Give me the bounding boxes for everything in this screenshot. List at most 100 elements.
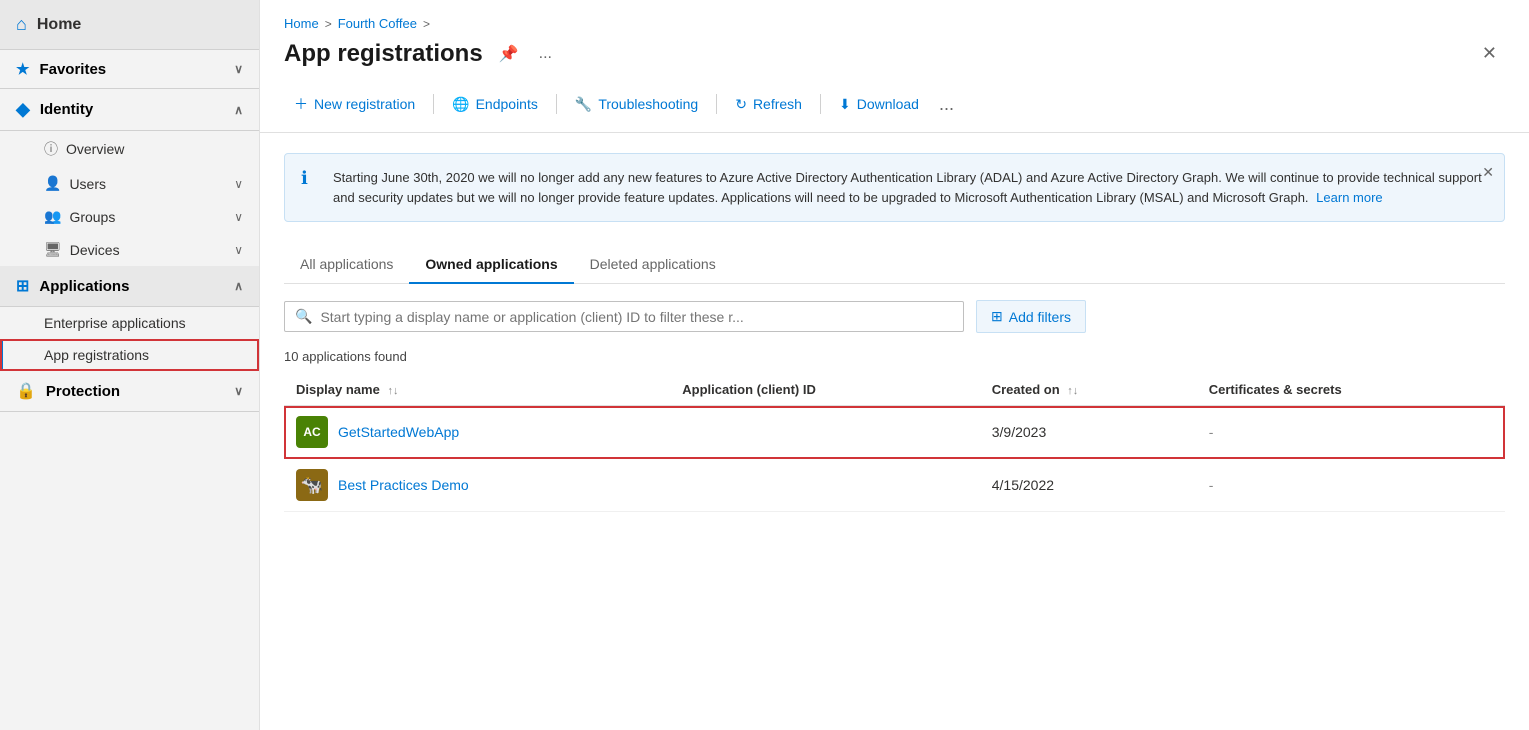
- download-button[interactable]: ⬇ Download: [829, 90, 929, 119]
- sidebar-applications[interactable]: ⊞ Applications ∧: [0, 266, 259, 307]
- close-button[interactable]: ✕: [1474, 39, 1505, 68]
- sidebar-enterprise-apps[interactable]: Enterprise applications: [0, 307, 259, 339]
- groups-label: Groups: [69, 209, 115, 225]
- breadcrumb: Home > Fourth Coffee >: [284, 16, 1505, 31]
- table-row: 🐄 Best Practices Demo 4/15/2022 -: [284, 459, 1505, 512]
- table-cell-app-id: [670, 459, 979, 512]
- info-banner: ℹ Starting June 30th, 2020 we will no lo…: [284, 153, 1505, 222]
- toolbar-divider-1: [433, 94, 434, 114]
- sidebar-devices[interactable]: 🖥 Devices ∨: [0, 233, 259, 266]
- breadcrumb-tenant[interactable]: Fourth Coffee: [338, 16, 417, 31]
- favorites-label: Favorites: [39, 61, 106, 78]
- breadcrumb-sep2: >: [423, 17, 430, 31]
- protection-chevron: ∨: [234, 384, 243, 398]
- table-cell-name: 🐄 Best Practices Demo: [284, 459, 670, 512]
- star-icon: ★: [16, 60, 29, 78]
- new-registration-label: New registration: [314, 96, 415, 112]
- sidebar-overview[interactable]: ⓘ Overview: [0, 131, 259, 167]
- sidebar-users[interactable]: 👤 Users ∨: [0, 167, 259, 200]
- banner-close-button[interactable]: ✕: [1482, 164, 1494, 181]
- app-registrations-label: App registrations: [44, 347, 149, 363]
- app-name-cell: 🐄 Best Practices Demo: [296, 469, 658, 501]
- page-header: Home > Fourth Coffee > App registrations…: [260, 0, 1529, 133]
- sidebar-app-registrations[interactable]: App registrations: [0, 339, 259, 371]
- groups-icon: 👥: [44, 208, 61, 225]
- identity-chevron: ∧: [234, 103, 243, 117]
- sort-created-on-icon[interactable]: ↑↓: [1067, 385, 1078, 397]
- devices-label: Devices: [70, 242, 120, 258]
- apps-count: 10 applications found: [284, 349, 1505, 364]
- add-filters-button[interactable]: ⊞ Add filters: [976, 300, 1086, 333]
- table-cell-created-on: 3/9/2023: [980, 406, 1197, 459]
- page-title: App registrations: [284, 40, 483, 68]
- wrench-icon: 🔧: [575, 96, 592, 113]
- sidebar-groups[interactable]: 👥 Groups ∨: [0, 200, 259, 233]
- apps-table: Display name ↑↓ Application (client) ID …: [284, 374, 1505, 512]
- info-icon: ℹ: [301, 168, 321, 189]
- table-cell-name: AC GetStartedWebApp: [284, 406, 670, 459]
- app-name-link[interactable]: Best Practices Demo: [338, 477, 469, 493]
- more-options-button[interactable]: ...: [535, 41, 556, 67]
- avatar: 🐄: [296, 469, 328, 501]
- table-cell-certs: -: [1197, 406, 1505, 459]
- users-label: Users: [69, 176, 106, 192]
- search-input-wrap: 🔍: [284, 301, 964, 332]
- toolbar-divider-2: [556, 94, 557, 114]
- refresh-icon: ↻: [735, 96, 747, 113]
- troubleshooting-button[interactable]: 🔧 Troubleshooting: [565, 90, 708, 119]
- table-body: AC GetStartedWebApp 3/9/2023 -: [284, 406, 1505, 512]
- avatar: AC: [296, 416, 328, 448]
- cow-icon: 🐄: [301, 475, 323, 496]
- applications-chevron: ∧: [234, 279, 243, 293]
- toolbar-divider-4: [820, 94, 821, 114]
- refresh-button[interactable]: ↻ Refresh: [725, 90, 812, 119]
- toolbar-more-button[interactable]: ...: [933, 90, 960, 119]
- filter-label: Add filters: [1009, 309, 1071, 325]
- download-label: Download: [857, 96, 919, 112]
- table-cell-app-id: [670, 406, 979, 459]
- favorites-chevron: ∨: [234, 62, 243, 76]
- enterprise-apps-label: Enterprise applications: [44, 315, 186, 331]
- col-created-on: Created on ↑↓: [980, 374, 1197, 406]
- toolbar-divider-3: [716, 94, 717, 114]
- new-registration-button[interactable]: ＋ New registration: [284, 88, 425, 120]
- devices-chevron: ∨: [234, 243, 243, 257]
- tab-owned-applications[interactable]: Owned applications: [409, 246, 573, 284]
- plus-icon: ＋: [294, 94, 308, 114]
- sidebar-home-label: Home: [37, 16, 81, 34]
- title-row: App registrations 📌 ... ✕: [284, 39, 1505, 68]
- banner-learn-more[interactable]: Learn more: [1316, 190, 1382, 205]
- col-app-id: Application (client) ID: [670, 374, 979, 406]
- users-chevron: ∨: [234, 177, 243, 191]
- table-row: AC GetStartedWebApp 3/9/2023 -: [284, 406, 1505, 459]
- table-cell-certs: -: [1197, 459, 1505, 512]
- search-input[interactable]: [320, 309, 953, 325]
- overview-icon: ⓘ: [44, 139, 58, 159]
- home-icon: ⌂: [16, 14, 27, 35]
- col-display-name: Display name ↑↓: [284, 374, 670, 406]
- sort-display-name-icon[interactable]: ↑↓: [387, 385, 398, 397]
- sidebar-protection[interactable]: 🔒 Protection ∨: [0, 371, 259, 412]
- pin-button[interactable]: 📌: [495, 40, 523, 68]
- banner-text: Starting June 30th, 2020 we will no long…: [333, 168, 1488, 207]
- groups-chevron: ∨: [234, 210, 243, 224]
- protection-icon: 🔒: [16, 381, 36, 401]
- sidebar-identity[interactable]: ◆ Identity ∧: [0, 89, 259, 131]
- col-certs: Certificates & secrets: [1197, 374, 1505, 406]
- sidebar-home[interactable]: ⌂ Home: [0, 0, 259, 50]
- search-icon: 🔍: [295, 308, 312, 325]
- protection-label: Protection: [46, 383, 120, 400]
- tab-deleted-applications[interactable]: Deleted applications: [574, 246, 732, 284]
- main-content: Home > Fourth Coffee > App registrations…: [260, 0, 1529, 730]
- tabs: All applications Owned applications Dele…: [284, 246, 1505, 284]
- app-name-link[interactable]: GetStartedWebApp: [338, 424, 459, 440]
- troubleshooting-label: Troubleshooting: [598, 96, 698, 112]
- identity-label: Identity: [40, 101, 93, 118]
- toolbar: ＋ New registration 🌐 Endpoints 🔧 Trouble…: [284, 80, 1505, 132]
- breadcrumb-home[interactable]: Home: [284, 16, 319, 31]
- identity-icon: ◆: [16, 99, 30, 120]
- users-icon: 👤: [44, 175, 61, 192]
- sidebar-favorites[interactable]: ★ Favorites ∨: [0, 50, 259, 89]
- endpoints-button[interactable]: 🌐 Endpoints: [442, 90, 548, 119]
- tab-all-applications[interactable]: All applications: [284, 246, 409, 284]
